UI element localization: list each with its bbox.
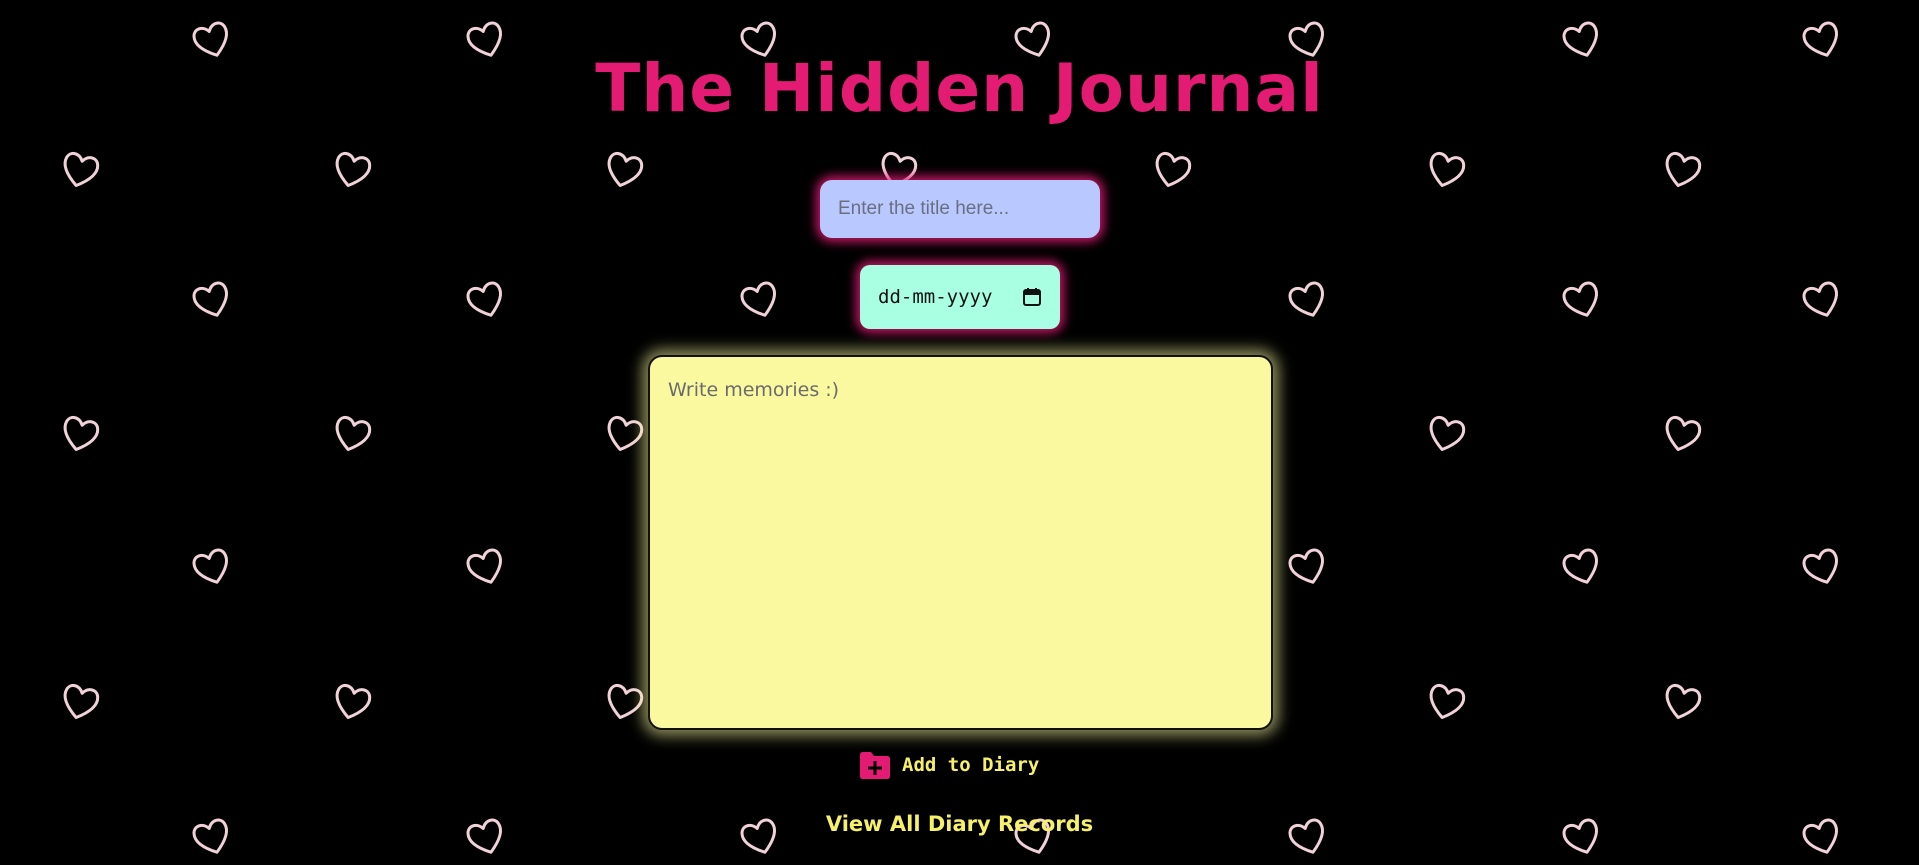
view-all-records-label: View All Diary Records [825, 812, 1094, 836]
memory-textarea[interactable] [648, 355, 1273, 730]
add-to-diary-label: Add to Diary [902, 754, 1040, 776]
main-content: The Hidden Journal dd-mm-yyyy [0, 0, 1919, 865]
page-title: The Hidden Journal [595, 50, 1324, 127]
calendar-icon[interactable] [1022, 287, 1042, 307]
view-all-records-link[interactable]: View All Diary Records [0, 812, 1919, 836]
title-input[interactable] [820, 180, 1100, 238]
folder-plus-icon [858, 750, 892, 780]
journal-page: The Hidden Journal dd-mm-yyyy [0, 0, 1919, 865]
date-input[interactable]: dd-mm-yyyy [860, 265, 1060, 329]
add-to-diary-button[interactable]: Add to Diary [858, 748, 1039, 782]
date-input-value: dd-mm-yyyy [878, 286, 993, 308]
